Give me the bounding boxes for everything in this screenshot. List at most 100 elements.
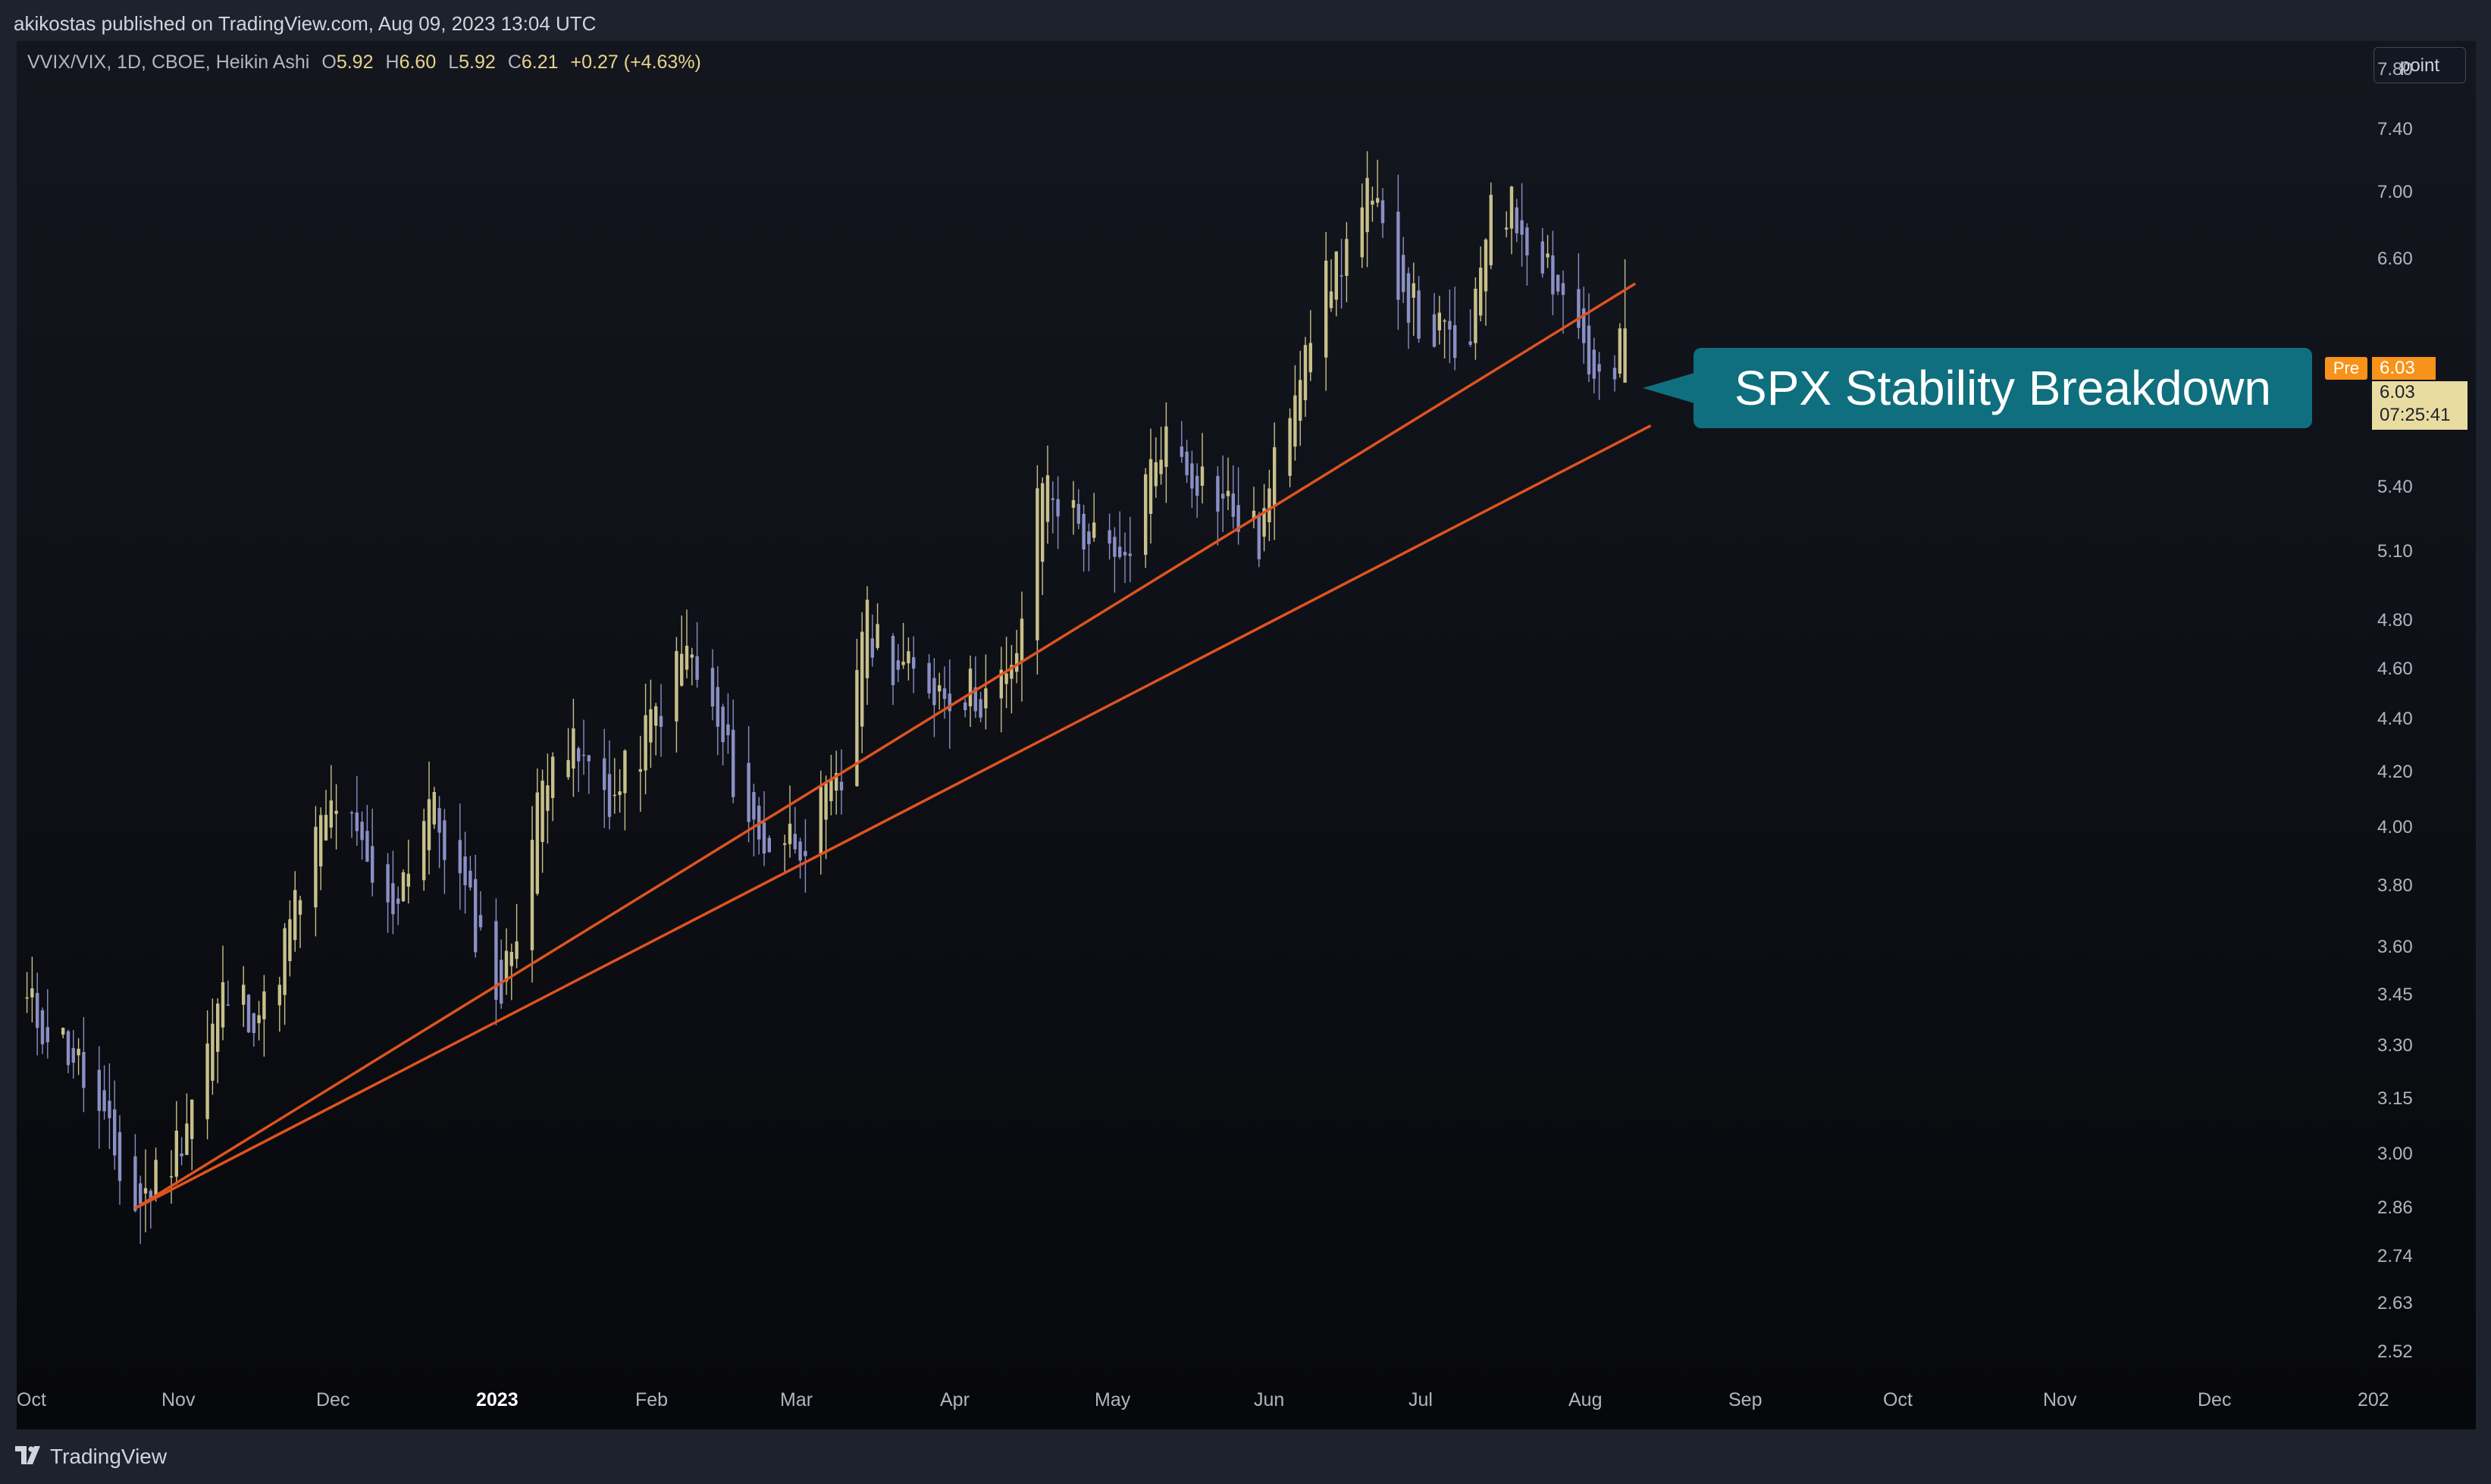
candle-body (1587, 325, 1591, 374)
candle-body (572, 728, 575, 769)
candle-body (1515, 207, 1518, 233)
candle-body (226, 1004, 230, 1006)
footer-bar: TradingView (0, 1429, 2491, 1484)
candle-body (1329, 291, 1333, 308)
candle-body (1113, 537, 1117, 557)
candle-body (938, 685, 942, 692)
candle-body (540, 780, 544, 842)
candle-body (1015, 653, 1019, 672)
candle-body (1273, 447, 1277, 506)
candle-body (638, 769, 642, 772)
candle-body (458, 840, 462, 874)
candle-body (1303, 345, 1308, 400)
legend-open-label: O (321, 52, 337, 73)
candle-body (391, 883, 395, 915)
tradingview-brand[interactable]: TradingView (50, 1445, 167, 1469)
time-tick: Apr (940, 1389, 970, 1410)
candle-body (566, 759, 570, 778)
candle-body (1345, 239, 1349, 277)
candle-series (25, 151, 1627, 1244)
candle-body (1076, 503, 1080, 524)
candle-body (1618, 328, 1622, 374)
time-tick: Oct (17, 1389, 46, 1410)
candle-body (1087, 531, 1091, 545)
candle-body (1551, 255, 1555, 295)
candle-body (1520, 220, 1524, 235)
candle-body (732, 729, 735, 797)
legend-high-value: 6.60 (399, 52, 437, 73)
time-tick: Feb (635, 1389, 669, 1410)
candle-body (767, 837, 771, 853)
callout-pointer (1643, 373, 1694, 403)
candle-body (1371, 200, 1374, 205)
candle-body (169, 1176, 174, 1178)
candle-body (108, 1100, 111, 1119)
candle-body (695, 656, 699, 680)
candle-body (896, 660, 900, 670)
candle-body (603, 758, 606, 791)
candle-body (1226, 490, 1230, 496)
candle-body (185, 1123, 189, 1155)
candle-body (252, 1013, 255, 1033)
candle-body (478, 915, 483, 928)
candle-body (1051, 498, 1054, 500)
candle-body (1365, 177, 1369, 233)
price-tick: 2.86 (2377, 1198, 2413, 1219)
candle-body (649, 709, 653, 743)
candle-body (876, 624, 879, 648)
bar-countdown: 07:25:41 (2380, 405, 2451, 425)
support-trendline-2[interactable] (134, 282, 1637, 1210)
candle-body (907, 651, 910, 664)
candle-body (437, 808, 441, 833)
candle-body (36, 993, 39, 1028)
premarket-price-label: 6.03 (2372, 357, 2436, 380)
candle-body (1437, 312, 1441, 330)
candle-body (798, 841, 802, 861)
trendline-layer (134, 282, 1652, 1210)
candle-body (401, 872, 406, 902)
symbol-legend: VVIX/VIX, 1D, CBOE, Heikin Ashi O5.92 H6.6… (27, 52, 701, 74)
candle-body (1118, 546, 1122, 558)
candle-body (901, 661, 905, 665)
time-tick: Nov (161, 1389, 196, 1410)
candle-body (1082, 513, 1086, 549)
candle-body (1036, 488, 1039, 640)
price-tick: 7.40 (2377, 118, 2413, 139)
candlestick-plot[interactable] (17, 41, 2476, 1429)
candle-body (1216, 476, 1220, 512)
price-tick: 3.60 (2377, 936, 2413, 957)
candle-body (860, 631, 864, 727)
candle-body (211, 1023, 215, 1081)
candle-body (1257, 514, 1261, 559)
candle-body (726, 724, 730, 736)
candle-body (1484, 240, 1488, 292)
candle-body (1020, 618, 1024, 663)
tradingview-logo-icon[interactable] (15, 1446, 44, 1464)
legend-change-value: +0.27 (+4.63%) (570, 52, 701, 73)
candle-body (1474, 288, 1477, 343)
candle-body (1299, 380, 1302, 421)
price-tick: 2.52 (2377, 1341, 2413, 1362)
candle-body (804, 850, 807, 856)
candle-body (463, 856, 467, 885)
candle-body (118, 1132, 122, 1182)
candle-body (45, 1027, 49, 1043)
candle-body (102, 1090, 106, 1112)
candle-body (349, 812, 354, 814)
candle-body (443, 820, 446, 860)
candle-body (1479, 268, 1483, 316)
chart-pane[interactable]: VVIX/VIX, 1D, CBOE, Heikin Ashi O5.92 H6.6… (17, 41, 2476, 1429)
time-tick: Dec (316, 1389, 350, 1410)
candle-body (1045, 475, 1050, 522)
candle-body (1148, 459, 1153, 514)
price-tick: 4.20 (2377, 761, 2413, 782)
candle-body (964, 702, 967, 711)
candle-body (509, 951, 513, 966)
candle-body (133, 1156, 137, 1211)
candle-body (139, 1183, 143, 1204)
annotation-callout[interactable]: SPX Stability Breakdown (1694, 348, 2312, 428)
candle-body (77, 1048, 80, 1056)
candle-body (468, 870, 472, 888)
price-tick: 3.80 (2377, 875, 2413, 896)
time-tick: 2023 (476, 1389, 519, 1410)
